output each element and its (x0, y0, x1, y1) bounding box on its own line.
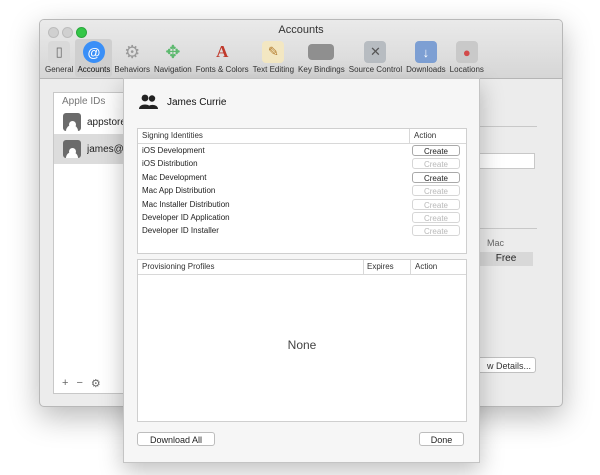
done-button[interactable]: Done (419, 432, 464, 446)
create-button: Create (412, 198, 460, 210)
identity-name: iOS Distribution (142, 159, 198, 169)
create-button[interactable]: Create (412, 145, 460, 156)
create-button: Create (412, 158, 460, 170)
view-details-button[interactable]: w Details... (476, 357, 536, 373)
provisioning-profiles-table: Provisioning Profiles Expires Action Non… (137, 259, 467, 422)
create-button[interactable]: Create (412, 171, 460, 183)
table-header: Provisioning Profiles Expires Action (138, 260, 466, 275)
toolbar-item-fonts-colors[interactable]: A Fonts & Colors (194, 39, 251, 77)
table-row: iOS Distribution Create (138, 157, 466, 170)
toolbar-item-locations[interactable]: ● Locations (448, 39, 486, 77)
toolbar-item-downloads[interactable]: ↓ Downloads (404, 39, 448, 77)
preferences-toolbar: ▯ General @ Accounts ⚙ Behaviors ✥ Navig… (43, 39, 486, 77)
download-all-button[interactable]: Download All (137, 432, 215, 446)
account-field[interactable] (479, 153, 535, 169)
gear-icon: ⚙ (124, 41, 141, 62)
download-icon: ↓ (414, 41, 437, 63)
table-row: Mac Installer Distribution Create (138, 198, 466, 211)
toolbar-item-general[interactable]: ▯ General (43, 39, 75, 77)
identity-name: iOS Development (142, 146, 205, 155)
toolbar-item-navigation[interactable]: ✥ Navigation (152, 39, 194, 77)
toolbar-item-source-control[interactable]: ✕ Source Control (347, 39, 404, 77)
general-icon: ▯ (48, 41, 71, 63)
column-header-action[interactable]: Action (415, 262, 437, 271)
divider (479, 228, 537, 229)
column-header-provisioning-profiles[interactable]: Provisioning Profiles (142, 262, 214, 271)
table-row: iOS Development Create (138, 144, 466, 157)
empty-state-label: None (287, 338, 317, 352)
create-button: Create (412, 185, 460, 197)
column-header-expires[interactable]: Expires (367, 262, 394, 271)
identity-name: Mac App Distribution (142, 186, 216, 196)
table-row: Mac App Distribution Create (138, 184, 466, 197)
pencil-paper-icon: ✎ (262, 41, 285, 63)
column-divider (410, 260, 411, 274)
sheet-user-header: James Currie (137, 94, 226, 110)
signing-identities-table: Signing Identities Action iOS Developmen… (137, 128, 467, 254)
at-sign-icon: @ (82, 41, 105, 63)
account-name: james@ (87, 143, 124, 155)
people-icon (137, 94, 161, 110)
team-type-free: Free (479, 252, 533, 266)
source-control-icon: ✕ (364, 41, 387, 63)
divider (479, 126, 537, 127)
identity-name: Mac Installer Distribution (142, 199, 230, 209)
identity-name: Developer ID Installer (142, 226, 219, 236)
create-button: Create (412, 225, 460, 237)
account-avatar-icon (63, 113, 81, 131)
account-details-sheet: James Currie Signing Identities Action i… (123, 78, 480, 463)
font-icon: A (216, 42, 229, 61)
apple-ids-header: Apple IDs (62, 96, 106, 107)
toolbar-item-accounts[interactable]: @ Accounts (75, 39, 113, 77)
create-button: Create (412, 212, 460, 223)
toolbar-item-behaviors[interactable]: ⚙ Behaviors (112, 39, 152, 77)
identity-name: Developer ID Application (142, 213, 230, 222)
window-title: Accounts (278, 24, 324, 36)
gear-icon[interactable]: ⚙ (91, 377, 101, 390)
column-divider (409, 129, 410, 143)
add-account-button[interactable]: + (62, 377, 68, 389)
keyboard-icon (308, 44, 335, 60)
table-row: Developer ID Application Create (138, 211, 466, 224)
disk-icon: ● (455, 41, 478, 63)
toolbar-item-text-editing[interactable]: ✎ Text Editing (251, 39, 296, 77)
table-row: Mac Development Create (138, 171, 466, 184)
table-header: Signing Identities Action (138, 129, 466, 144)
table-row: Developer ID Installer Create (138, 224, 466, 237)
remove-account-button[interactable]: − (76, 377, 82, 389)
title-bar: Accounts ▯ General @ Accounts ⚙ Behavior… (40, 20, 562, 79)
identity-name: Mac Development (142, 172, 207, 182)
column-divider (363, 260, 364, 274)
arrows-icon: ✥ (165, 41, 181, 62)
toolbar-item-key-bindings[interactable]: Key Bindings (296, 39, 347, 77)
column-header-action[interactable]: Action (414, 131, 436, 140)
account-avatar-icon (63, 140, 81, 158)
column-header-signing-identities[interactable]: Signing Identities (142, 131, 203, 140)
account-name: appstore (87, 116, 126, 128)
user-name: James Currie (167, 96, 227, 108)
mac-column-label: Mac (487, 238, 505, 248)
